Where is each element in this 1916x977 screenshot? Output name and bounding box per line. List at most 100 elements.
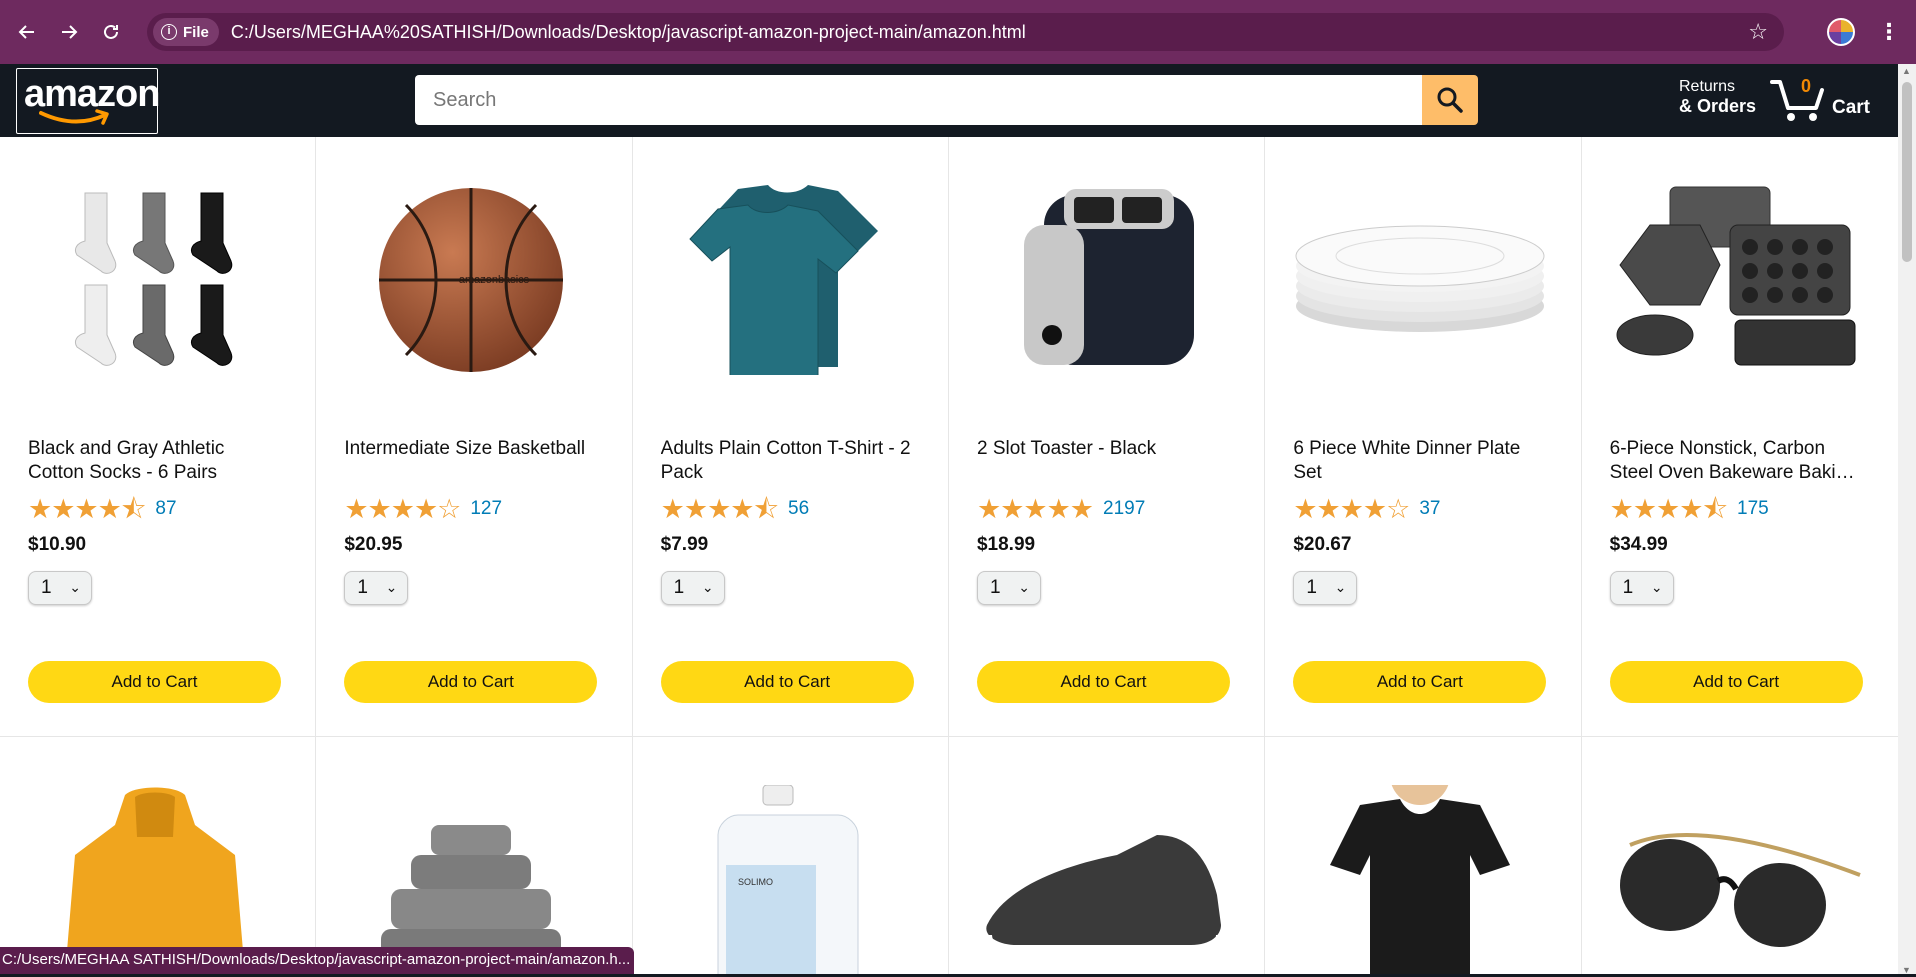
returns-label: Returns	[1679, 78, 1736, 95]
product-card: amazonbasics Intermediate Size Basketbal…	[316, 137, 633, 737]
reload-icon[interactable]	[96, 17, 126, 47]
link-status-bubble: C:/Users/MEGHAA SATHISH/Downloads/Deskto…	[0, 947, 634, 974]
add-to-cart-button[interactable]: Add to Cart	[1609, 661, 1863, 703]
chevron-down-icon: ⌄	[385, 579, 398, 595]
product-rating: ★★★★★ 2197	[977, 495, 1145, 523]
profile-icon[interactable]	[1827, 18, 1855, 46]
product-name: 6-Piece Nonstick, Carbon Steel Oven Bake…	[1609, 438, 1855, 483]
products-grid: Black and Gray Athletic Cotton Socks - 6…	[0, 137, 1898, 977]
product-card: 6-Piece Nonstick, Carbon Steel Oven Bake…	[1581, 137, 1898, 737]
search-input[interactable]	[415, 75, 1422, 125]
product-name: Black and Gray Athletic Cotton Socks - 6…	[28, 438, 225, 483]
rating-count[interactable]: 175	[1737, 498, 1769, 520]
back-arrow-icon[interactable]	[12, 17, 42, 47]
product-card	[1582, 737, 1898, 977]
scroll-up-arrow-icon[interactable]: ▲	[1902, 66, 1911, 76]
chevron-down-icon: ⌄	[69, 579, 81, 595]
product-rating: ★★★★⯪ 56	[661, 495, 810, 523]
cart-quantity: 0	[1801, 76, 1812, 96]
chevron-down-icon: ⌄	[1018, 579, 1030, 595]
quantity-select[interactable]: 1 ⌄	[1609, 571, 1674, 605]
product-price: $20.67	[1293, 534, 1352, 555]
rating-count[interactable]: 56	[788, 498, 809, 520]
product-price: $20.95	[344, 534, 403, 555]
logo-smile-icon	[39, 109, 109, 125]
product-image-tshirt	[661, 185, 915, 375]
product-card: SOLIMO	[633, 737, 949, 977]
rating-count[interactable]: 2197	[1103, 498, 1145, 520]
product-price: $34.99	[1609, 534, 1668, 555]
product-image-plates	[1293, 185, 1547, 375]
quantity-value: 1	[1306, 577, 1317, 598]
cart-label: Cart	[1832, 97, 1871, 118]
product-card: Black and Gray Athletic Cotton Socks - 6…	[0, 137, 317, 737]
file-label: File	[183, 23, 209, 41]
cart-icon	[1770, 80, 1824, 121]
quantity-value: 1	[989, 577, 1001, 598]
quantity-select[interactable]: 1 ⌄	[344, 571, 409, 605]
amazon-logo[interactable]: amazon	[16, 68, 160, 134]
product-rating: ★★★★⯪ 175	[1610, 495, 1769, 523]
product-name: 2 Slot Toaster - Black	[976, 438, 1157, 459]
add-to-cart-button[interactable]: Add to Cart	[28, 661, 281, 703]
bookmark-star-icon[interactable]: ☆	[1748, 19, 1768, 45]
product-image-toaster	[977, 185, 1231, 375]
product-image-bakeware	[1610, 185, 1864, 375]
product-card: Adults Plain Cotton T-Shirt - 2 Pack ★★★…	[632, 137, 949, 737]
product-price: $18.99	[976, 534, 1036, 555]
svg-text:SOLIMO: SOLIMO	[738, 877, 773, 887]
quantity-select[interactable]: 1 ⌄	[976, 571, 1041, 605]
product-rating: ★★★★☆ 37	[1293, 495, 1440, 523]
rating-count[interactable]: 37	[1419, 498, 1440, 520]
site-header: amazon Returns & Orders 0 Cart	[0, 64, 1898, 137]
product-card	[316, 737, 633, 977]
url-text[interactable]: C:/Users/MEGHAA%20SATHISH/Downloads/Desk…	[231, 22, 1026, 43]
chevron-down-icon: ⌄	[1334, 579, 1347, 595]
svg-text:amazonbasics: amazonbasics	[459, 274, 530, 286]
rating-stars: ★★★★⯪	[660, 494, 779, 524]
browser-toolbar: i File C:/Users/MEGHAA%20SATHISH/Downloa…	[0, 0, 1916, 64]
product-name: 6 Piece White Dinner Plate Set	[1293, 438, 1521, 483]
chevron-down-icon: ⌄	[701, 579, 714, 595]
rating-stars: ★★★★☆	[1293, 494, 1410, 524]
product-image-detergent: SOLIMO	[661, 785, 915, 975]
chevron-down-icon: ⌄	[1650, 579, 1663, 595]
add-to-cart-button[interactable]: Add to Cart	[976, 661, 1230, 703]
cart-link[interactable]: 0 Cart	[1770, 74, 1880, 126]
rating-stars: ★★★★☆	[344, 494, 461, 524]
scrollbar-thumb[interactable]	[1902, 82, 1912, 262]
product-card: 2 Slot Toaster - Black ★★★★★ 2197 $18.99…	[948, 137, 1266, 737]
page-scrollbar[interactable]: ▲ ▼	[1898, 64, 1916, 977]
address-bar[interactable]: i File C:/Users/MEGHAA%20SATHISH/Downloa…	[147, 13, 1784, 51]
product-card: 6 Piece White Dinner Plate Set ★★★★☆ 37 …	[1265, 137, 1582, 737]
returns-orders-link[interactable]: Returns & Orders	[1679, 78, 1756, 117]
product-rating: ★★★★☆ 127	[344, 495, 502, 523]
product-card	[949, 737, 1266, 977]
product-price: $7.99	[660, 534, 709, 555]
rating-stars: ★★★★⯪	[28, 494, 146, 524]
add-to-cart-button[interactable]: Add to Cart	[1293, 661, 1547, 703]
add-to-cart-button[interactable]: Add to Cart	[344, 661, 598, 703]
search-button[interactable]	[1422, 75, 1478, 125]
orders-label: & Orders	[1679, 96, 1757, 116]
product-image-sunglasses	[1610, 785, 1864, 975]
add-to-cart-button[interactable]: Add to Cart	[660, 661, 914, 703]
more-menu-icon[interactable]: ⋮	[1878, 18, 1900, 46]
rating-count[interactable]: 87	[155, 498, 176, 520]
forward-arrow-icon[interactable]	[54, 17, 84, 47]
rating-stars: ★★★★★	[976, 494, 1094, 524]
quantity-select[interactable]: 1 ⌄	[1293, 571, 1358, 605]
quantity-select[interactable]: 1 ⌄	[660, 571, 725, 605]
search-bar	[415, 75, 1478, 125]
quantity-select[interactable]: 1 ⌄	[28, 571, 92, 605]
product-image-basketball: amazonbasics	[344, 185, 598, 375]
product-image-sneaker	[977, 785, 1231, 975]
rating-stars: ★★★★⯪	[1609, 494, 1728, 524]
quantity-value: 1	[357, 577, 368, 598]
product-name: Intermediate Size Basketball	[344, 438, 586, 459]
product-card	[1265, 737, 1582, 977]
rating-count[interactable]: 127	[470, 498, 502, 520]
site-info-chip[interactable]: i File	[153, 18, 219, 46]
quantity-value: 1	[673, 577, 685, 598]
product-rating: ★★★★⯪ 87	[28, 495, 177, 523]
